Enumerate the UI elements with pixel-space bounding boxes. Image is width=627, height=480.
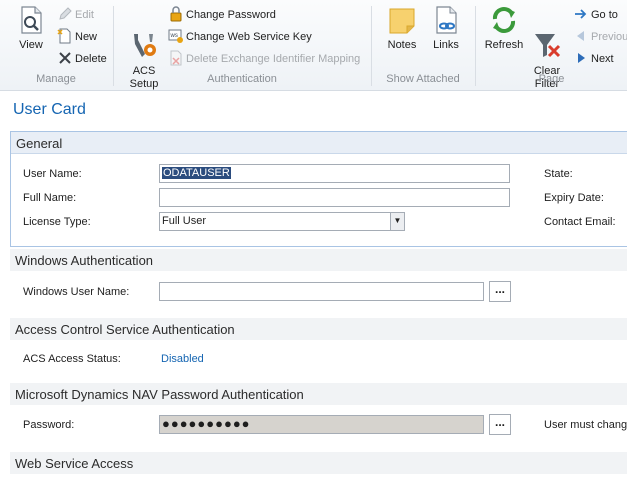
view-label: View: [19, 39, 43, 51]
notes-button[interactable]: Notes: [384, 4, 420, 52]
next-label: Next: [591, 53, 614, 65]
acs-authentication-header-text: Access Control Service Authentication: [15, 322, 235, 337]
arrow-right-icon: [573, 6, 589, 22]
triangle-left-icon: [573, 28, 589, 44]
full-name-field[interactable]: [159, 188, 510, 207]
license-type-select[interactable]: Full User ▼: [159, 212, 405, 231]
state-label: State:: [544, 168, 573, 180]
web-service-access-header-text: Web Service Access: [15, 456, 134, 471]
password-assist-button[interactable]: ...: [489, 414, 511, 435]
user-name-field[interactable]: ODATAUSER: [159, 164, 510, 183]
svg-text:ws: ws: [170, 33, 178, 39]
clear-filter-icon: [531, 17, 563, 58]
manage-group-label: Manage: [36, 73, 76, 85]
lock-icon: [168, 6, 184, 22]
license-type-value: Full User: [162, 215, 207, 227]
license-type-label: License Type:: [23, 216, 91, 228]
acs-access-status-link[interactable]: Disabled: [161, 353, 204, 365]
delete-exchange-identifier-mapping-button[interactable]: Delete Exchange Identifier Mapping: [168, 50, 360, 68]
general-header[interactable]: General: [11, 132, 627, 154]
general-header-text: General: [16, 136, 63, 151]
dropdown-arrow-icon[interactable]: ▼: [390, 213, 404, 230]
delete-exchange-label: Delete Exchange Identifier Mapping: [186, 53, 361, 65]
authentication-group-label: Authentication: [207, 73, 277, 85]
page-group: Refresh Clear Filter Go to Previou Next …: [476, 0, 627, 90]
change-password-label: Change Password: [186, 9, 276, 21]
change-password-button[interactable]: Change Password: [168, 6, 276, 24]
notes-label: Notes: [387, 39, 417, 51]
new-document-icon: [57, 28, 73, 44]
new-button[interactable]: New: [57, 28, 97, 46]
windows-user-name-field[interactable]: [159, 282, 484, 301]
acs-setup-icon: [128, 17, 160, 57]
pencil-icon: [57, 6, 73, 22]
view-icon: [15, 4, 47, 36]
user-must-change-password-label: User must change: [544, 419, 627, 431]
windows-user-lookup-button[interactable]: ...: [489, 281, 511, 302]
go-to-button[interactable]: Go to: [573, 6, 618, 24]
nav-password-authentication-header-text: Microsoft Dynamics NAV Password Authenti…: [15, 387, 304, 402]
password-value: ●●●●●●●●●●: [162, 416, 251, 431]
links-label: Links: [433, 39, 459, 51]
user-name-value: ODATAUSER: [162, 167, 231, 179]
page-title: User Card: [13, 101, 86, 118]
password-label: Password:: [23, 419, 75, 431]
refresh-icon: [488, 4, 520, 36]
manage-group: View Edit New Delete Manage: [0, 0, 112, 90]
edit-button[interactable]: Edit: [57, 6, 94, 24]
password-field[interactable]: ●●●●●●●●●●: [159, 415, 484, 434]
user-name-label: User Name:: [23, 168, 82, 180]
note-icon: [386, 4, 418, 36]
ribbon: View Edit New Delete Manage ACS Setup Ch…: [0, 0, 627, 91]
delete-x-icon: [57, 50, 73, 66]
windows-authentication-header[interactable]: Windows Authentication: [10, 249, 627, 271]
nav-password-authentication-header[interactable]: Microsoft Dynamics NAV Password Authenti…: [10, 383, 627, 405]
full-name-label: Full Name:: [23, 192, 77, 204]
web-service-key-icon: ws: [168, 28, 184, 44]
contact-email-label: Contact Email:: [544, 216, 616, 228]
change-web-service-key-label: Change Web Service Key: [186, 31, 312, 43]
view-button[interactable]: View: [12, 4, 50, 52]
refresh-button[interactable]: Refresh: [484, 4, 524, 52]
refresh-label: Refresh: [484, 39, 524, 51]
edit-label: Edit: [75, 9, 94, 21]
new-label: New: [75, 31, 98, 43]
delete-label: Delete: [75, 53, 107, 65]
previous-label: Previou: [591, 31, 627, 43]
web-service-access-header[interactable]: Web Service Access: [10, 452, 627, 474]
page-group-label: Page: [538, 73, 565, 85]
triangle-right-icon: [573, 50, 589, 66]
acs-access-status-label: ACS Access Status:: [23, 353, 121, 365]
change-web-service-key-button[interactable]: ws Change Web Service Key: [168, 28, 312, 46]
links-button[interactable]: Links: [428, 4, 464, 52]
delete-mapping-icon: [168, 50, 184, 66]
show-attached-group-label: Show Attached: [386, 73, 460, 85]
expiry-date-label: Expiry Date:: [544, 192, 604, 204]
show-attached-group: Notes Links Show Attached: [372, 0, 474, 90]
next-button[interactable]: Next: [573, 50, 614, 68]
go-to-label: Go to: [591, 9, 618, 21]
windows-user-name-label: Windows User Name:: [23, 286, 130, 298]
authentication-group: ACS Setup Change Password ws Change Web …: [114, 0, 370, 90]
windows-authentication-header-text: Windows Authentication: [15, 253, 154, 268]
delete-button[interactable]: Delete: [57, 50, 107, 68]
previous-button[interactable]: Previou: [573, 28, 627, 46]
acs-authentication-header[interactable]: Access Control Service Authentication: [10, 318, 627, 340]
link-document-icon: [430, 4, 462, 36]
